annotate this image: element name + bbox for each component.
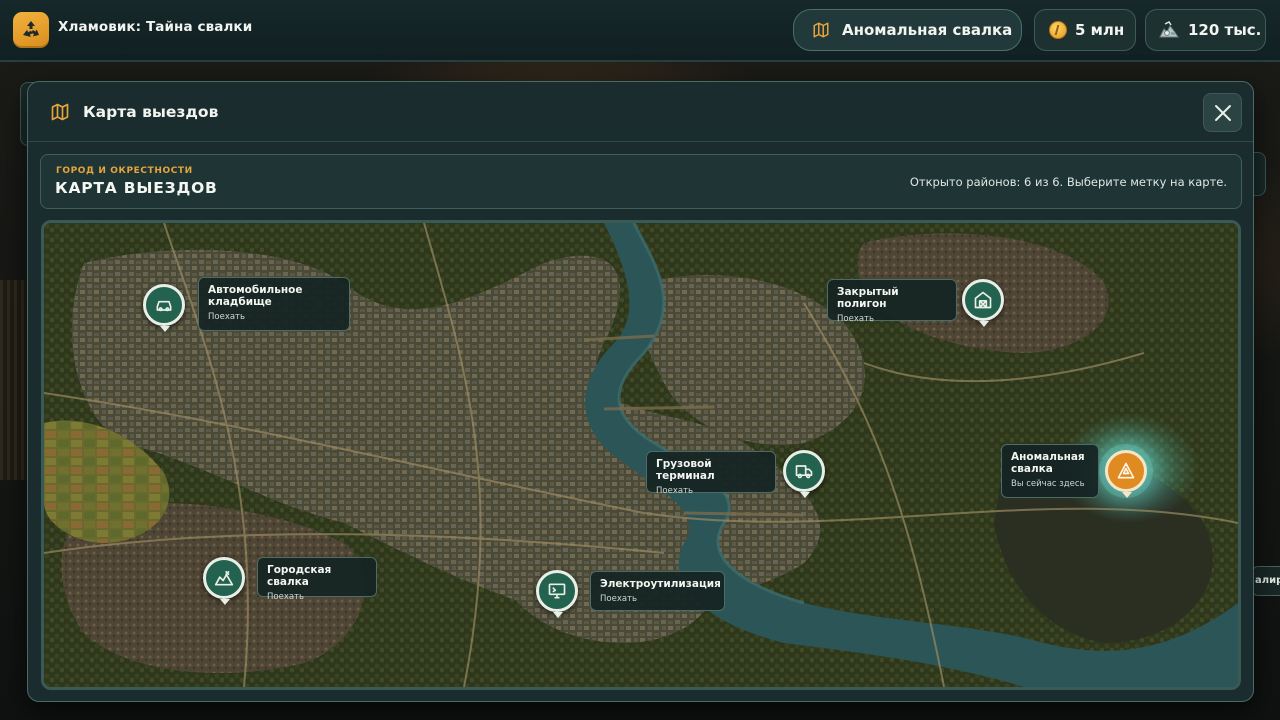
coins-counter[interactable]: 5 млн bbox=[1034, 9, 1136, 51]
travel-map-dialog: Карта выездов ГОРОД И ОКРЕСТНОСТИ КАРТА … bbox=[27, 81, 1254, 702]
marker-city-dump[interactable] bbox=[203, 557, 245, 605]
info-kicker: ГОРОД И ОКРЕСТНОСТИ bbox=[56, 166, 193, 176]
location-e-recycling[interactable]: Электроутилизация Поехать bbox=[590, 571, 725, 611]
current-location-label: Аномальная свалка bbox=[842, 21, 1013, 39]
info-heading: КАРТА ВЫЕЗДОВ bbox=[55, 179, 218, 197]
marker-cargo-terminal[interactable] bbox=[783, 450, 825, 498]
dialog-title: Карта выездов bbox=[83, 103, 219, 121]
city-map[interactable]: Автомобильное кладбище Поехать Закрытый … bbox=[41, 220, 1241, 690]
marker-auto-graveyard[interactable] bbox=[143, 284, 185, 332]
location-name: Аномальная свалка bbox=[1011, 451, 1085, 475]
location-action: Поехать bbox=[267, 592, 305, 602]
close-button[interactable] bbox=[1203, 93, 1242, 132]
location-action: Поехать bbox=[208, 312, 246, 322]
location-action: Поехать bbox=[656, 486, 694, 496]
background-tab-right[interactable]: алиро bbox=[1252, 566, 1280, 596]
current-location-button[interactable]: Аномальная свалка bbox=[793, 9, 1022, 51]
location-closed-range[interactable]: Закрытый полигон Поехать bbox=[827, 279, 957, 324]
app-title: Хламовик: Тайна свалки bbox=[58, 19, 253, 35]
location-action: Вы сейчас здесь bbox=[1011, 479, 1085, 489]
anomaly-icon bbox=[1117, 462, 1135, 479]
location-name: Автомобильное кладбище bbox=[208, 284, 303, 308]
barn-icon bbox=[974, 291, 992, 309]
truck-icon bbox=[795, 465, 813, 479]
districts-status: Открыто районов: 6 из 6. Выберите метку … bbox=[909, 175, 1227, 189]
location-name: Электроутилизация bbox=[600, 578, 721, 590]
location-name: Закрытый полигон bbox=[837, 286, 899, 310]
monitor-icon bbox=[548, 583, 566, 599]
location-cargo-terminal[interactable]: Грузовой терминал Поехать bbox=[646, 451, 776, 496]
dialog-header: Карта выездов bbox=[28, 82, 1253, 142]
scrap-pile-icon bbox=[1159, 21, 1179, 38]
top-bar: Хламовик: Тайна свалки Аномальная свалка… bbox=[0, 0, 1280, 62]
location-anomalous-dump[interactable]: Аномальная свалка Вы сейчас здесь bbox=[1001, 444, 1099, 498]
scrap-counter[interactable]: 120 тыс. bbox=[1145, 9, 1266, 51]
location-city-dump[interactable]: Городская свалка Поехать bbox=[257, 557, 377, 602]
map-info-bar: ГОРОД И ОКРЕСТНОСТИ КАРТА ВЫЕЗДОВ Открыт… bbox=[40, 154, 1242, 209]
marker-closed-range[interactable] bbox=[962, 279, 1004, 327]
car-icon bbox=[156, 300, 172, 312]
junk-pile-icon bbox=[214, 570, 234, 586]
coins-value: 5 млн bbox=[1075, 21, 1125, 39]
map-icon bbox=[51, 103, 69, 121]
scrap-value: 120 тыс. bbox=[1188, 21, 1262, 39]
marker-e-recycling[interactable] bbox=[536, 570, 578, 618]
recycle-arrows-icon bbox=[13, 12, 49, 48]
background-decor bbox=[0, 280, 28, 480]
map-icon bbox=[813, 22, 829, 38]
close-icon bbox=[1215, 105, 1231, 121]
coin-icon bbox=[1049, 21, 1067, 39]
location-auto-graveyard[interactable]: Автомобильное кладбище Поехать bbox=[198, 277, 350, 331]
marker-anomalous-dump[interactable] bbox=[1105, 450, 1147, 498]
location-action: Поехать bbox=[600, 594, 638, 604]
location-name: Грузовой терминал bbox=[656, 458, 715, 482]
location-name: Городская свалка bbox=[267, 564, 332, 588]
location-action: Поехать bbox=[837, 314, 875, 324]
